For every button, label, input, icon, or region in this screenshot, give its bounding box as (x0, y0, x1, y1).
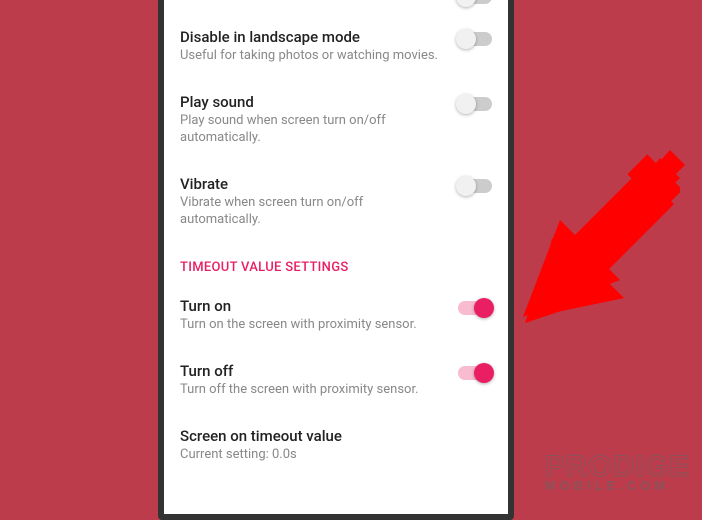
section-header-timeout: TIMEOUT VALUE SETTINGS (180, 242, 492, 283)
setting-title: Turn on (180, 297, 446, 315)
settings-screen: Screen turn On/Off faster. Disable in la… (164, 0, 508, 514)
setting-desc: Play sound when screen turn on/off autom… (180, 113, 446, 147)
phone-frame: Screen turn On/Off faster. Disable in la… (158, 0, 514, 520)
annotation-arrow-icon (520, 148, 680, 328)
annotation-arrow-icon (515, 145, 685, 325)
toggle-turn-off[interactable] (458, 366, 492, 380)
setting-row-vibrate[interactable]: Vibrate Vibrate when screen turn on/off … (180, 161, 492, 243)
setting-row-sound[interactable]: Play sound Play sound when screen turn o… (180, 79, 492, 161)
watermark-brand: PRODIGE (545, 453, 690, 480)
setting-title: Turn off (180, 362, 446, 380)
setting-row-turn-on[interactable]: Turn on Turn on the screen with proximit… (180, 283, 492, 348)
setting-title: Disable in landscape mode (180, 28, 446, 46)
toggle-turn-on[interactable] (458, 301, 492, 315)
toggle-landscape[interactable] (458, 32, 492, 46)
setting-row-faster[interactable]: Screen turn On/Off faster. (180, 0, 492, 14)
setting-desc: Turn off the screen with proximity senso… (180, 382, 446, 399)
setting-desc: Current setting: 0.0s (180, 447, 480, 464)
setting-row-landscape[interactable]: Disable in landscape mode Useful for tak… (180, 14, 492, 79)
setting-title: Screen on timeout value (180, 427, 480, 445)
toggle-vibrate[interactable] (458, 179, 492, 193)
setting-desc: Screen turn On/Off faster. (180, 0, 446, 3)
setting-desc: Turn on the screen with proximity sensor… (180, 317, 446, 334)
setting-title: Vibrate (180, 175, 446, 193)
toggle-sound[interactable] (458, 97, 492, 111)
setting-row-turn-off[interactable]: Turn off Turn off the screen with proxim… (180, 348, 492, 413)
setting-desc: Vibrate when screen turn on/off automati… (180, 195, 446, 229)
setting-row-timeout-value[interactable]: Screen on timeout value Current setting:… (180, 413, 492, 478)
setting-desc: Useful for taking photos or watching mov… (180, 48, 446, 65)
watermark-domain: MOBILE.COM (545, 480, 690, 492)
setting-title: Play sound (180, 93, 446, 111)
toggle-faster[interactable] (458, 0, 492, 4)
watermark: PRODIGE MOBILE.COM (545, 453, 690, 492)
